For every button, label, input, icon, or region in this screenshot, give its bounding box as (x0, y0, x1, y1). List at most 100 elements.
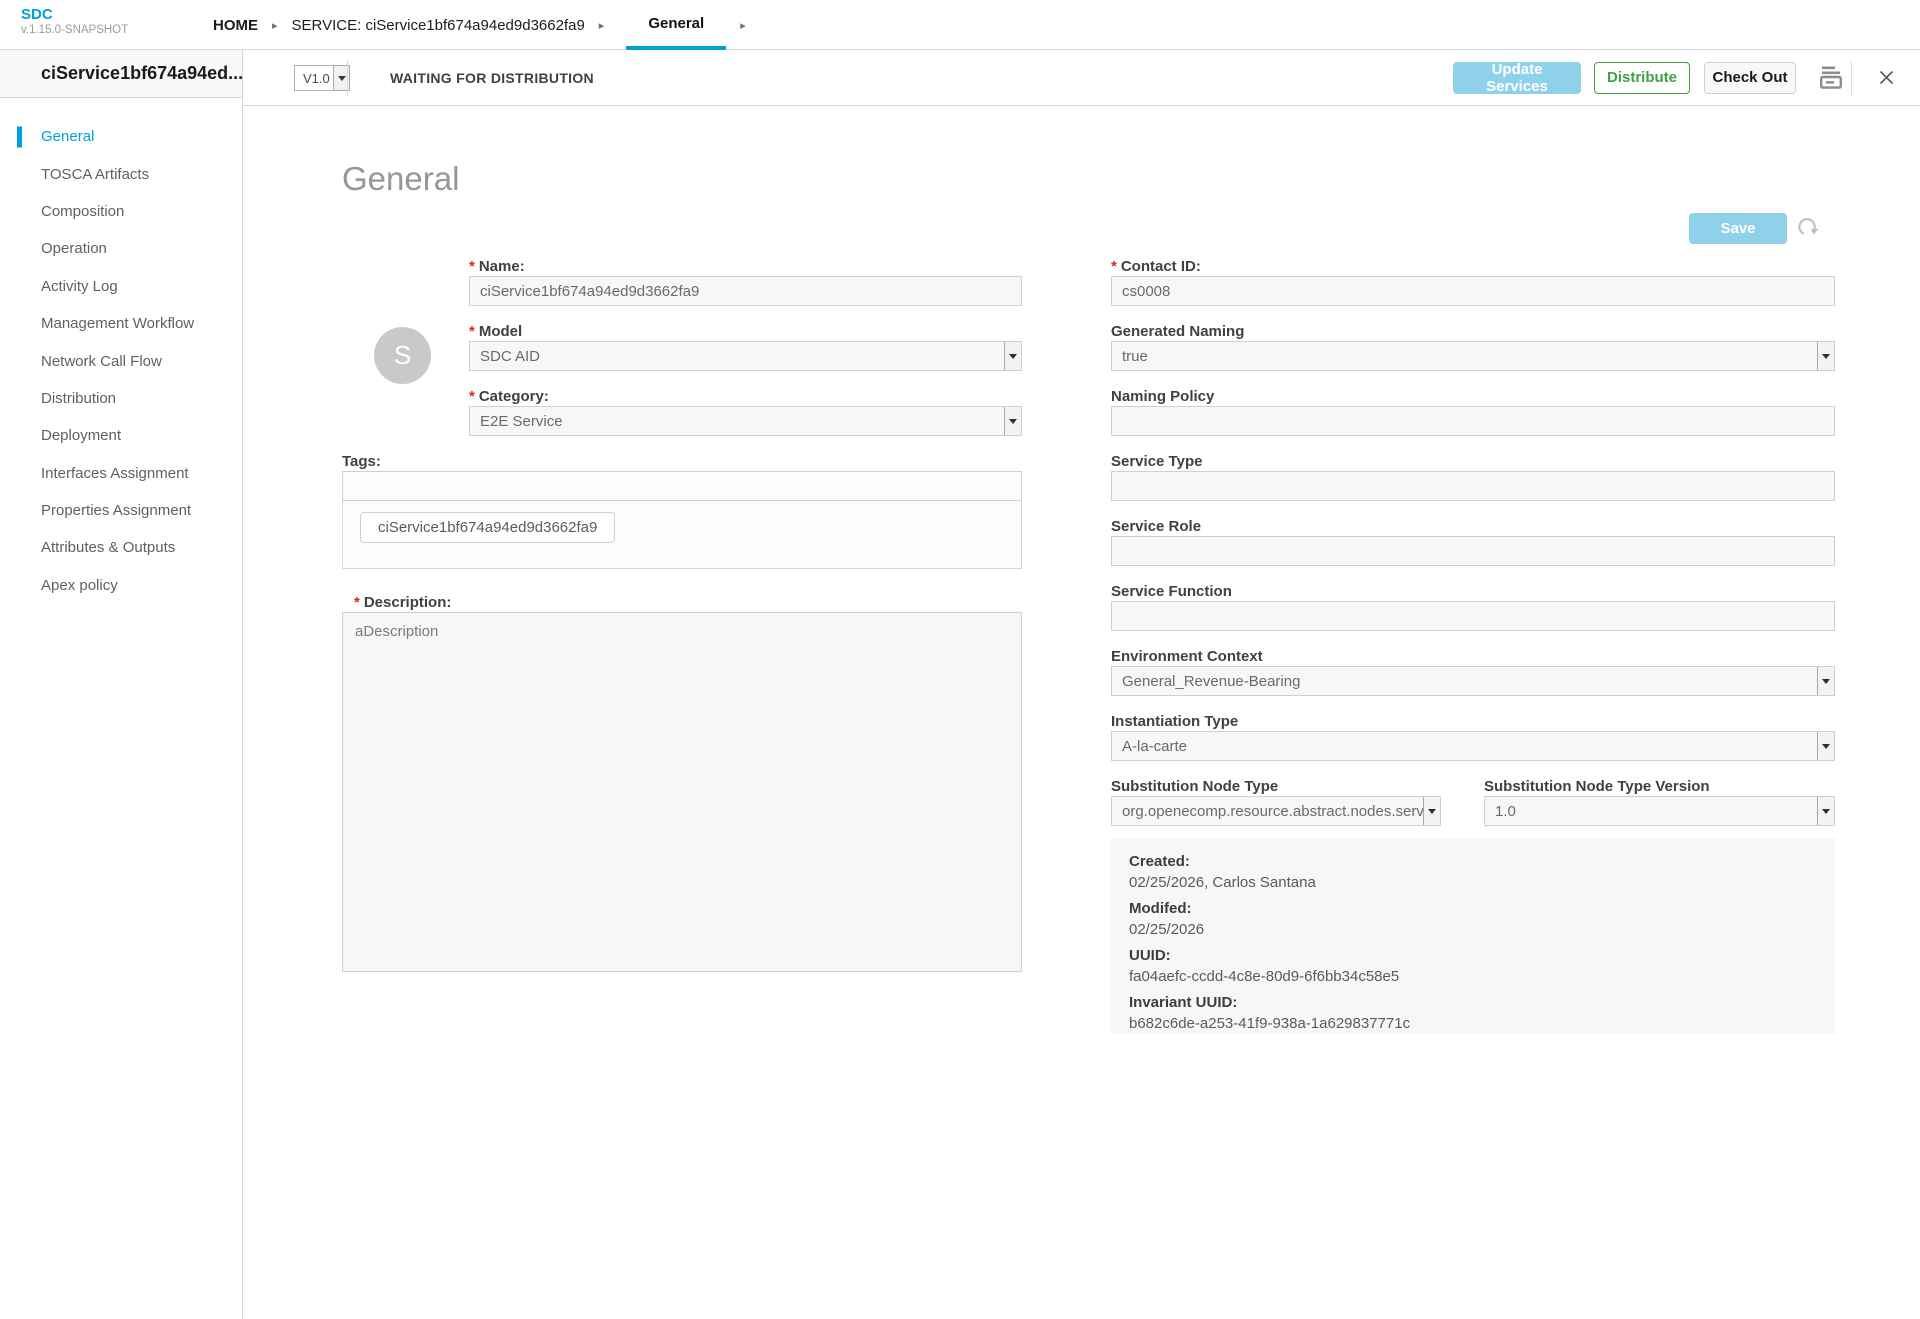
service-function-label: Service Function (1111, 583, 1232, 600)
naming-policy-input[interactable] (1111, 406, 1835, 436)
chevron-down-icon (1817, 667, 1834, 695)
sidebar-item-deployment[interactable]: Deployment (0, 417, 242, 454)
description-label: * Description: (354, 594, 452, 611)
description-field-group: * Description: aDescription (342, 594, 1022, 977)
required-marker: * (1111, 258, 1117, 275)
app-logo: SDC v.1.15.0-SNAPSHOT (21, 7, 128, 37)
model-field-group: * Model SDC AID (469, 323, 1022, 371)
update-services-button[interactable]: Update Services (1453, 61, 1581, 95)
breadcrumb-arrow-icon: ▸ (272, 19, 278, 32)
distribute-button[interactable]: Distribute (1594, 61, 1690, 94)
substitution-node-type-version-label: Substitution Node Type Version (1484, 778, 1710, 795)
chevron-down-icon (1817, 342, 1834, 370)
app-version: v.1.15.0-SNAPSHOT (21, 24, 129, 36)
substitution-node-type-select[interactable]: org.openecomp.resource.abstract.nodes.se… (1111, 796, 1441, 826)
category-select[interactable]: E2E Service (469, 406, 1022, 436)
required-marker: * (469, 258, 475, 275)
metadata-box: Created: 02/25/2026, Carlos Santana Modi… (1111, 838, 1835, 1034)
substitution-node-type-field-group: Substitution Node Type org.openecomp.res… (1111, 778, 1441, 826)
contact-id-input[interactable] (1111, 276, 1835, 306)
naming-policy-label: Naming Policy (1111, 388, 1215, 405)
category-field-group: * Category: E2E Service (469, 388, 1022, 436)
required-marker: * (469, 323, 475, 340)
naming-policy-field-group: Naming Policy (1111, 388, 1835, 436)
sidebar-item-label: Attributes & Outputs (41, 539, 176, 557)
breadcrumb: HOME ▸ SERVICE: ciService1bf674a94ed9d36… (213, 0, 760, 50)
sidebar: General TOSCA Artifacts Composition Oper… (0, 98, 243, 1319)
service-function-field-group: Service Function (1111, 583, 1835, 631)
sidebar-item-label: Apex policy (41, 576, 118, 594)
environment-context-select[interactable]: General_Revenue-Bearing (1111, 666, 1835, 696)
substitution-node-type-version-select[interactable]: 1.0 (1484, 796, 1835, 826)
sidebar-item-label: TOSCA Artifacts (41, 165, 150, 183)
required-marker: * (354, 594, 360, 611)
substitution-node-type-version-field-group: Substitution Node Type Version 1.0 (1484, 778, 1835, 826)
toolbar-divider (347, 60, 348, 96)
version-select-value: V1.0 (303, 70, 330, 86)
substitution-node-type-label: Substitution Node Type (1111, 778, 1279, 795)
page-title: General (342, 160, 460, 198)
toolbar-divider (1851, 60, 1852, 95)
sidebar-item-label: Activity Log (41, 277, 118, 295)
chevron-down-icon (1817, 732, 1834, 760)
breadcrumb-arrow-icon: ▸ (740, 19, 746, 32)
sidebar-item-label: Network Call Flow (41, 352, 162, 370)
print-icon[interactable] (1819, 66, 1843, 89)
breadcrumb-service[interactable]: SERVICE: ciService1bf674a94ed9d3662fa9 (292, 0, 585, 50)
created-value: 02/25/2026, Carlos Santana (1129, 874, 1316, 891)
sidebar-item-operation[interactable]: Operation (0, 230, 242, 267)
close-icon[interactable] (1879, 70, 1894, 85)
sidebar-item-tosca-artifacts[interactable]: TOSCA Artifacts (0, 155, 242, 192)
instantiation-type-select[interactable]: A-la-carte (1111, 731, 1835, 761)
name-label: * Name: (469, 258, 525, 275)
checkout-button[interactable]: Check Out (1704, 61, 1796, 94)
service-name-panel: ciService1bf674a94ed... (0, 50, 243, 98)
service-type-label: Service Type (1111, 453, 1203, 470)
chevron-down-icon (1004, 407, 1021, 435)
sidebar-item-interfaces-assignment[interactable]: Interfaces Assignment (0, 455, 242, 492)
toolbar-actions: Update Services Distribute Check Out (1453, 50, 1894, 105)
sidebar-item-label: General (41, 128, 95, 146)
service-role-field-group: Service Role (1111, 518, 1835, 566)
sidebar-item-properties-assignment[interactable]: Properties Assignment (0, 492, 242, 529)
sidebar-item-network-call-flow[interactable]: Network Call Flow (0, 342, 242, 379)
chevron-down-icon (1817, 797, 1834, 825)
form-left-column: *Name: *Model SDC AID *Category: E2E Ser… (342, 250, 1022, 994)
save-button[interactable]: Save (1689, 213, 1787, 244)
model-select[interactable]: SDC AID (469, 341, 1022, 371)
sidebar-item-distribution[interactable]: Distribution (0, 380, 242, 417)
name-input[interactable] (469, 276, 1022, 306)
sidebar-item-composition[interactable]: Composition (0, 193, 242, 230)
breadcrumb-home[interactable]: HOME (213, 0, 258, 50)
service-role-input[interactable] (1111, 536, 1835, 566)
instantiation-type-field-group: Instantiation Type A-la-carte (1111, 713, 1835, 761)
modified-value: 02/25/2026 (1129, 921, 1205, 938)
service-role-label: Service Role (1111, 518, 1202, 535)
chevron-down-icon (1004, 342, 1021, 370)
chevron-down-icon (1423, 797, 1440, 825)
generated-naming-label: Generated Naming (1111, 323, 1245, 340)
active-indicator (17, 126, 22, 148)
tag-chip[interactable]: ciService1bf674a94ed9d3662fa9 (360, 512, 616, 543)
uuid-label: UUID: (1129, 947, 1171, 964)
modified-label: Modifed: (1129, 900, 1192, 917)
sidebar-item-label: Distribution (41, 389, 117, 407)
invariant-uuid-value: b682c6de-a253-41f9-938a-1a629837771c (1129, 1015, 1411, 1032)
generated-naming-select[interactable]: true (1111, 341, 1835, 371)
sidebar-item-attributes-outputs[interactable]: Attributes & Outputs (0, 529, 242, 566)
description-textarea[interactable]: aDescription (342, 612, 1022, 972)
version-select[interactable]: V1.0 (294, 65, 350, 91)
tags-field-group: Tags: ciService1bf674a94ed9d3662fa9 (342, 453, 1022, 569)
service-function-input[interactable] (1111, 601, 1835, 631)
sidebar-item-general[interactable]: General (0, 118, 242, 155)
required-marker: * (469, 388, 475, 405)
sidebar-item-activity-log[interactable]: Activity Log (0, 268, 242, 305)
sidebar-item-label: Interfaces Assignment (41, 464, 189, 482)
tags-input[interactable] (342, 471, 1022, 501)
sidebar-item-management-workflow[interactable]: Management Workflow (0, 305, 242, 342)
sidebar-item-apex-policy[interactable]: Apex policy (0, 567, 242, 604)
revert-icon[interactable] (1798, 217, 1819, 243)
service-type-input[interactable] (1111, 471, 1835, 501)
tab-general[interactable]: General (626, 0, 727, 50)
uuid-value: fa04aefc-ccdd-4c8e-80d9-6f6bb34c58e5 (1129, 968, 1400, 985)
